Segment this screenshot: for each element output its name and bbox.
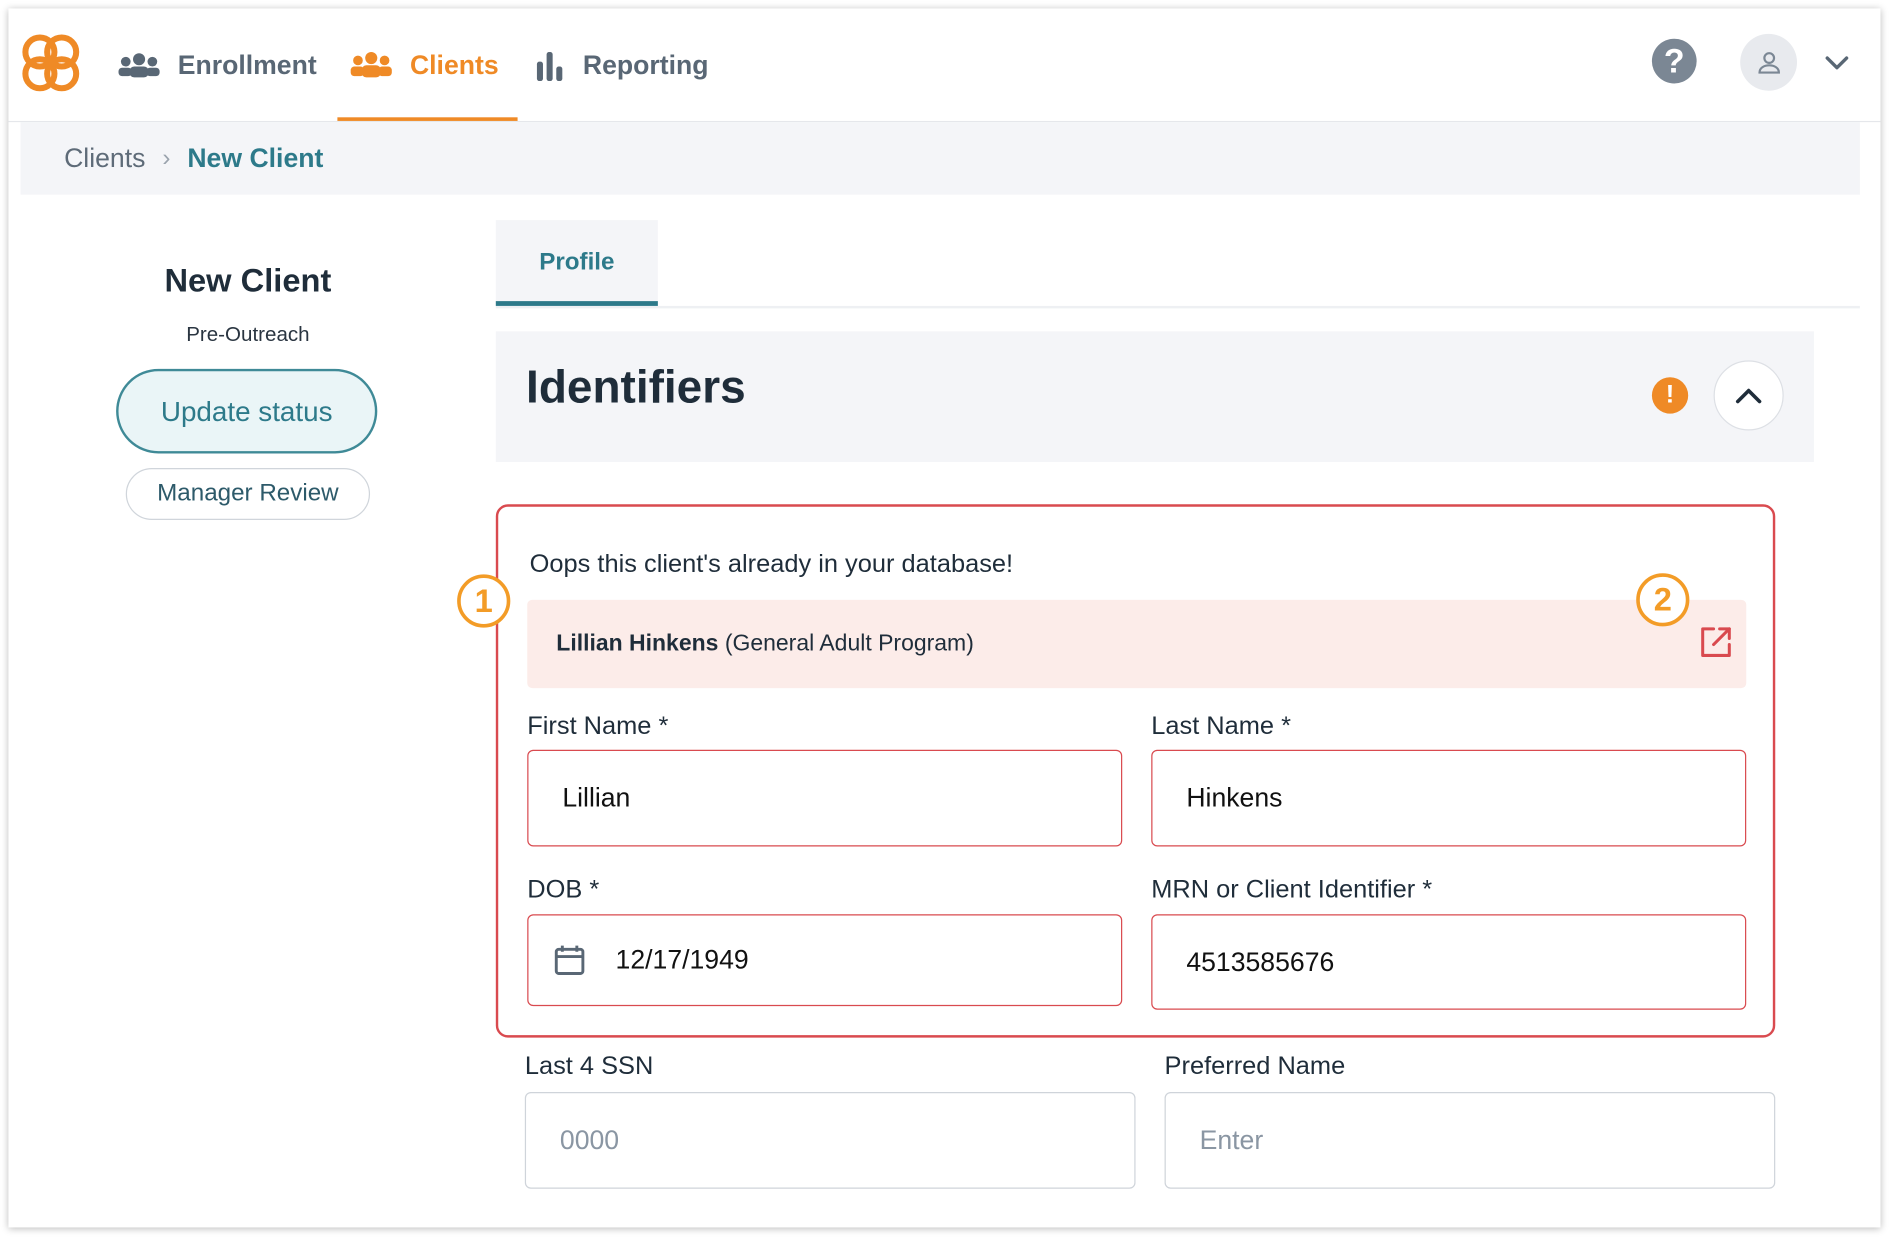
first-name-field[interactable]: Lillian — [527, 749, 1123, 847]
nav-enrollment-label: Enrollment — [177, 48, 317, 80]
preferred-name-label: Preferred Name — [1164, 1052, 1346, 1080]
user-icon — [1757, 51, 1780, 74]
callout-2: 2 — [1636, 573, 1690, 627]
breadcrumb-clients[interactable]: Clients — [64, 143, 145, 174]
callout-1: 1 — [457, 574, 511, 628]
warning-icon: ! — [1651, 377, 1689, 414]
nav-reporting[interactable]: Reporting — [535, 8, 709, 120]
help-icon[interactable]: ? — [1651, 38, 1697, 84]
calendar-icon[interactable] — [553, 943, 587, 977]
mrn-label: MRN or Client Identifier * — [1151, 875, 1433, 904]
collapse-button[interactable] — [1713, 360, 1784, 431]
dob-label: DOB * — [527, 875, 600, 904]
breadcrumb: Clients › New Client — [20, 122, 1860, 195]
tab-profile[interactable]: Profile — [495, 220, 658, 305]
avatar[interactable] — [1740, 33, 1798, 91]
brand-logo[interactable] — [21, 33, 81, 93]
manager-review-button[interactable]: Manager Review — [125, 467, 371, 520]
dob-field[interactable]: 12/17/1949 — [527, 914, 1123, 1007]
top-nav: Enrollment Clients Reporting ? — [8, 8, 1881, 123]
client-name: New Client — [164, 262, 332, 299]
mrn-field[interactable]: 4513585676 — [1151, 914, 1747, 1010]
duplicate-match-program: (General Adult Program) — [724, 631, 974, 657]
update-status-button[interactable]: Update status — [116, 368, 378, 454]
duplicate-message: Oops this client's already in your datab… — [529, 550, 1014, 579]
nav-clients-label: Clients — [409, 48, 499, 80]
nav-clients[interactable]: Clients — [349, 8, 499, 120]
tab-divider — [495, 305, 1860, 309]
app-window: Enrollment Clients Reporting ? Clients ›… — [8, 8, 1881, 1228]
nav-enrollment[interactable]: Enrollment — [117, 8, 317, 120]
breadcrumb-current: New Client — [187, 142, 324, 173]
duplicate-match-name: Lillian Hinkens — [556, 631, 719, 657]
identifiers-header: Identifiers ! — [495, 331, 1814, 462]
section-title: Identifiers — [526, 362, 746, 414]
dob-value: 12/17/1949 — [615, 944, 749, 975]
bar-chart-icon — [536, 51, 563, 81]
duplicate-match-text: Lillian Hinkens (General Adult Program) — [556, 631, 974, 658]
chevron-right-icon: › — [162, 144, 171, 172]
duplicate-match-row[interactable]: Lillian Hinkens (General Adult Program) — [527, 599, 1747, 689]
clients-icon — [350, 51, 392, 77]
chevron-up-icon — [1735, 388, 1762, 404]
people-icon — [118, 52, 160, 77]
nav-reporting-label: Reporting — [582, 48, 709, 80]
ssn-label: Last 4 SSN — [524, 1052, 654, 1080]
ssn-input[interactable]: 0000 — [524, 1091, 1136, 1189]
client-status: Pre-Outreach — [186, 322, 310, 346]
last-name-label: Last Name * — [1151, 712, 1292, 741]
last-name-field[interactable]: Hinkens — [1151, 749, 1747, 847]
duplicate-warning: Oops this client's already in your datab… — [495, 504, 1776, 1038]
active-nav-indicator — [337, 117, 518, 121]
external-link-icon[interactable] — [1698, 624, 1734, 660]
first-name-label: First Name * — [527, 712, 669, 741]
chevron-down-icon[interactable] — [1822, 51, 1851, 75]
preferred-name-input[interactable]: Enter — [1164, 1091, 1776, 1189]
